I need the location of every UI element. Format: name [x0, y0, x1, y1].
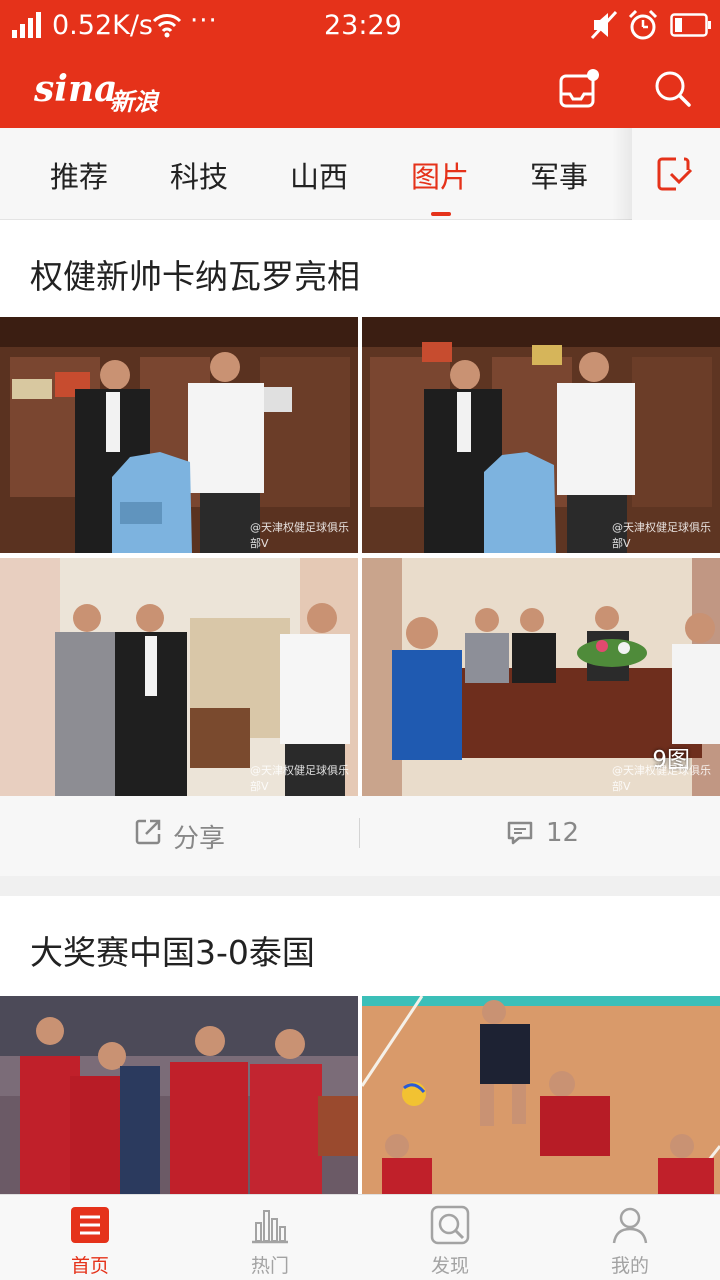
discover-icon	[430, 1205, 470, 1245]
network-speed: 0.52K/s	[52, 10, 153, 41]
cellular-signal-icon	[12, 12, 41, 38]
tab-shanxi[interactable]: 山西	[290, 154, 348, 196]
profile-icon	[612, 1207, 648, 1244]
app-header: sina 新浪	[0, 52, 720, 128]
tab-military[interactable]: 军事	[530, 154, 588, 196]
mute-icon	[590, 10, 618, 40]
active-tab-indicator	[431, 212, 451, 216]
tab-tech[interactable]: 科技	[170, 154, 228, 196]
more-notifications-icon: ···	[190, 6, 218, 36]
gallery-photo[interactable]	[0, 996, 358, 1194]
photo-meeting-room	[0, 558, 358, 796]
photo-handshake-jersey	[362, 317, 720, 553]
nav-discover[interactable]: 发现	[360, 1195, 540, 1280]
photo-volleyball-team	[0, 996, 358, 1194]
share-icon	[135, 819, 161, 845]
tab-recommend[interactable]: 推荐	[50, 154, 108, 196]
search-button[interactable]	[654, 70, 692, 108]
trending-icon	[252, 1210, 288, 1244]
feed-card[interactable]: 大奖赛中国3-0泰国	[0, 896, 720, 1194]
card-action-bar: 分享 12	[0, 796, 720, 876]
channel-tabs: 推荐 科技 山西 图片 军事	[0, 128, 720, 220]
channel-manage-button[interactable]	[632, 128, 720, 220]
card-title[interactable]: 权健新帅卡纳瓦罗亮相	[30, 250, 360, 298]
clock: 23:29	[324, 10, 402, 41]
comment-icon	[507, 821, 533, 845]
share-label: 分享	[173, 824, 226, 854]
gallery-photo[interactable]: @天津权健足球俱乐部V	[0, 558, 358, 796]
gallery-photo[interactable]: @天津权健足球俱乐部V	[0, 317, 358, 553]
tab-pictures[interactable]: 图片	[411, 154, 469, 196]
nav-trending[interactable]: 热门	[180, 1195, 360, 1280]
feed-card[interactable]: 权健新帅卡纳瓦罗亮相 @天津权健足球俱乐部V @天津权健足球俱乐部V @天津权健…	[0, 220, 720, 876]
nav-home[interactable]: 首页	[0, 1195, 180, 1280]
inbox-button[interactable]	[558, 68, 600, 110]
battery-icon	[670, 13, 711, 37]
photo-volleyball-court	[362, 996, 720, 1194]
photo-handshake-jersey	[0, 317, 358, 553]
card-title[interactable]: 大奖赛中国3-0泰国	[30, 926, 315, 974]
status-bar: 0.52K/s ··· 23:29	[0, 0, 720, 52]
search-icon	[655, 71, 691, 107]
sina-logo: sina 新浪	[34, 68, 158, 116]
home-icon	[71, 1207, 109, 1243]
inbox-icon	[559, 69, 599, 108]
gallery-photo[interactable]: 9图 @天津权健足球俱乐部V	[362, 558, 720, 796]
bottom-nav: 首页 热门 发现 我的	[0, 1194, 720, 1280]
comment-count: 12	[546, 818, 580, 848]
channel-manage-icon	[657, 157, 693, 191]
gallery-photo[interactable]: @天津权健足球俱乐部V	[362, 317, 720, 553]
nav-profile[interactable]: 我的	[540, 1195, 720, 1280]
gallery-photo[interactable]	[362, 996, 720, 1194]
wifi-icon	[152, 14, 182, 38]
comment-button[interactable]: 12	[360, 796, 720, 876]
share-button[interactable]: 分享	[0, 796, 360, 876]
alarm-icon	[628, 9, 658, 40]
